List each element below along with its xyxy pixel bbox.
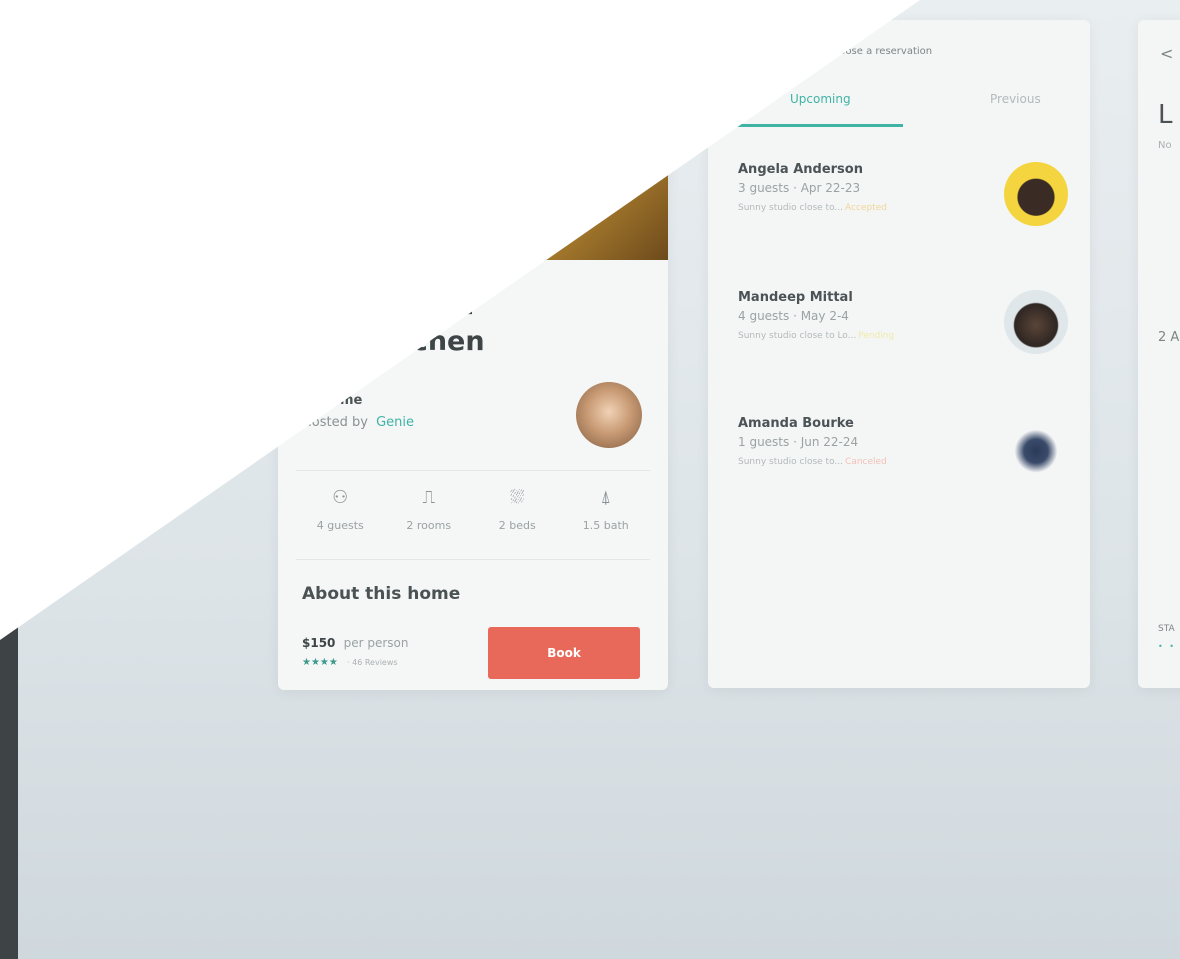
reservation-item[interactable]: Angela Anderson 3 guests · Apr 22-23 Sun… <box>738 162 1068 252</box>
listing-title-line2: d Kitchen <box>340 326 485 357</box>
rating-stars: ★★★★ <box>302 657 338 668</box>
bath-icon: ⍋ <box>600 487 612 508</box>
tab-previous[interactable]: Previous <box>990 92 1041 106</box>
review-count[interactable]: · 46 Reviews <box>347 658 398 667</box>
status-badge: Accepted <box>845 203 887 213</box>
detail-dots: • • • <box>1158 642 1180 651</box>
listing-title: pen Floor d Kitchen <box>300 288 650 360</box>
price-per: per person <box>343 636 409 650</box>
hosted-by-label: Hosted by <box>302 415 368 430</box>
reservations-card: Choose a reservation Upcoming Previous A… <box>708 20 1090 688</box>
amenity-rooms: ⎍ 2 rooms <box>385 471 474 559</box>
back-icon[interactable]: < <box>1160 44 1173 63</box>
amenity-beds: ⛆ 2 beds <box>473 471 562 559</box>
status-badge: Pending <box>858 331 895 341</box>
hosted-by: Hosted by Genie <box>302 415 414 430</box>
reservation-detail-card: < L No 2 A STA • • • <box>1138 20 1180 688</box>
about-heading: About this home <box>302 584 461 604</box>
reservation-item[interactable]: Amanda Bourke 1 guests · Jun 22-24 Sunny… <box>738 416 1068 506</box>
detail-count: 2 A <box>1158 330 1180 345</box>
price: $150 per person <box>302 636 408 650</box>
detail-subtitle: No <box>1158 140 1172 151</box>
listing-card: pen Floor d Kitchen re home Hosted by Ge… <box>278 60 668 690</box>
tab-indicator <box>728 124 903 127</box>
detail-status: STA <box>1158 624 1175 634</box>
reservation-tabs: Upcoming Previous <box>728 92 1068 128</box>
price-value: $150 <box>302 636 336 650</box>
guests-icon: ⚇ <box>332 487 349 508</box>
amenities: ⚇ 4 guests ⎍ 2 rooms ⛆ 2 beds ⍋ 1.5 bath <box>296 470 650 560</box>
status-badge: Canceled <box>845 457 887 467</box>
listing-type: re home <box>302 393 363 408</box>
host-avatar[interactable] <box>576 382 642 448</box>
amenity-bath: ⍋ 1.5 bath <box>562 471 651 559</box>
tab-upcoming[interactable]: Upcoming <box>790 92 851 106</box>
host-link[interactable]: Genie <box>376 415 414 430</box>
amenity-guests: ⚇ 4 guests <box>296 471 385 559</box>
rating: ★★★★ · 46 Reviews <box>302 657 398 668</box>
listing-hero-image <box>278 60 668 260</box>
reservations-header: Choose a reservation <box>826 46 933 57</box>
reservation-item[interactable]: Mandeep Mittal 4 guests · May 2-4 Sunny … <box>738 290 1068 380</box>
listing-title-line1: pen Floor <box>334 290 479 321</box>
beds-icon: ⛆ <box>510 487 525 508</box>
screen: pen Floor d Kitchen re home Hosted by Ge… <box>0 0 1180 959</box>
rooms-icon: ⎍ <box>422 487 436 508</box>
book-button[interactable]: Book <box>488 627 640 679</box>
avatar <box>1004 162 1068 226</box>
avatar <box>1004 416 1068 480</box>
avatar <box>1004 290 1068 354</box>
detail-title: L <box>1158 100 1173 130</box>
screen-edge <box>0 620 18 959</box>
